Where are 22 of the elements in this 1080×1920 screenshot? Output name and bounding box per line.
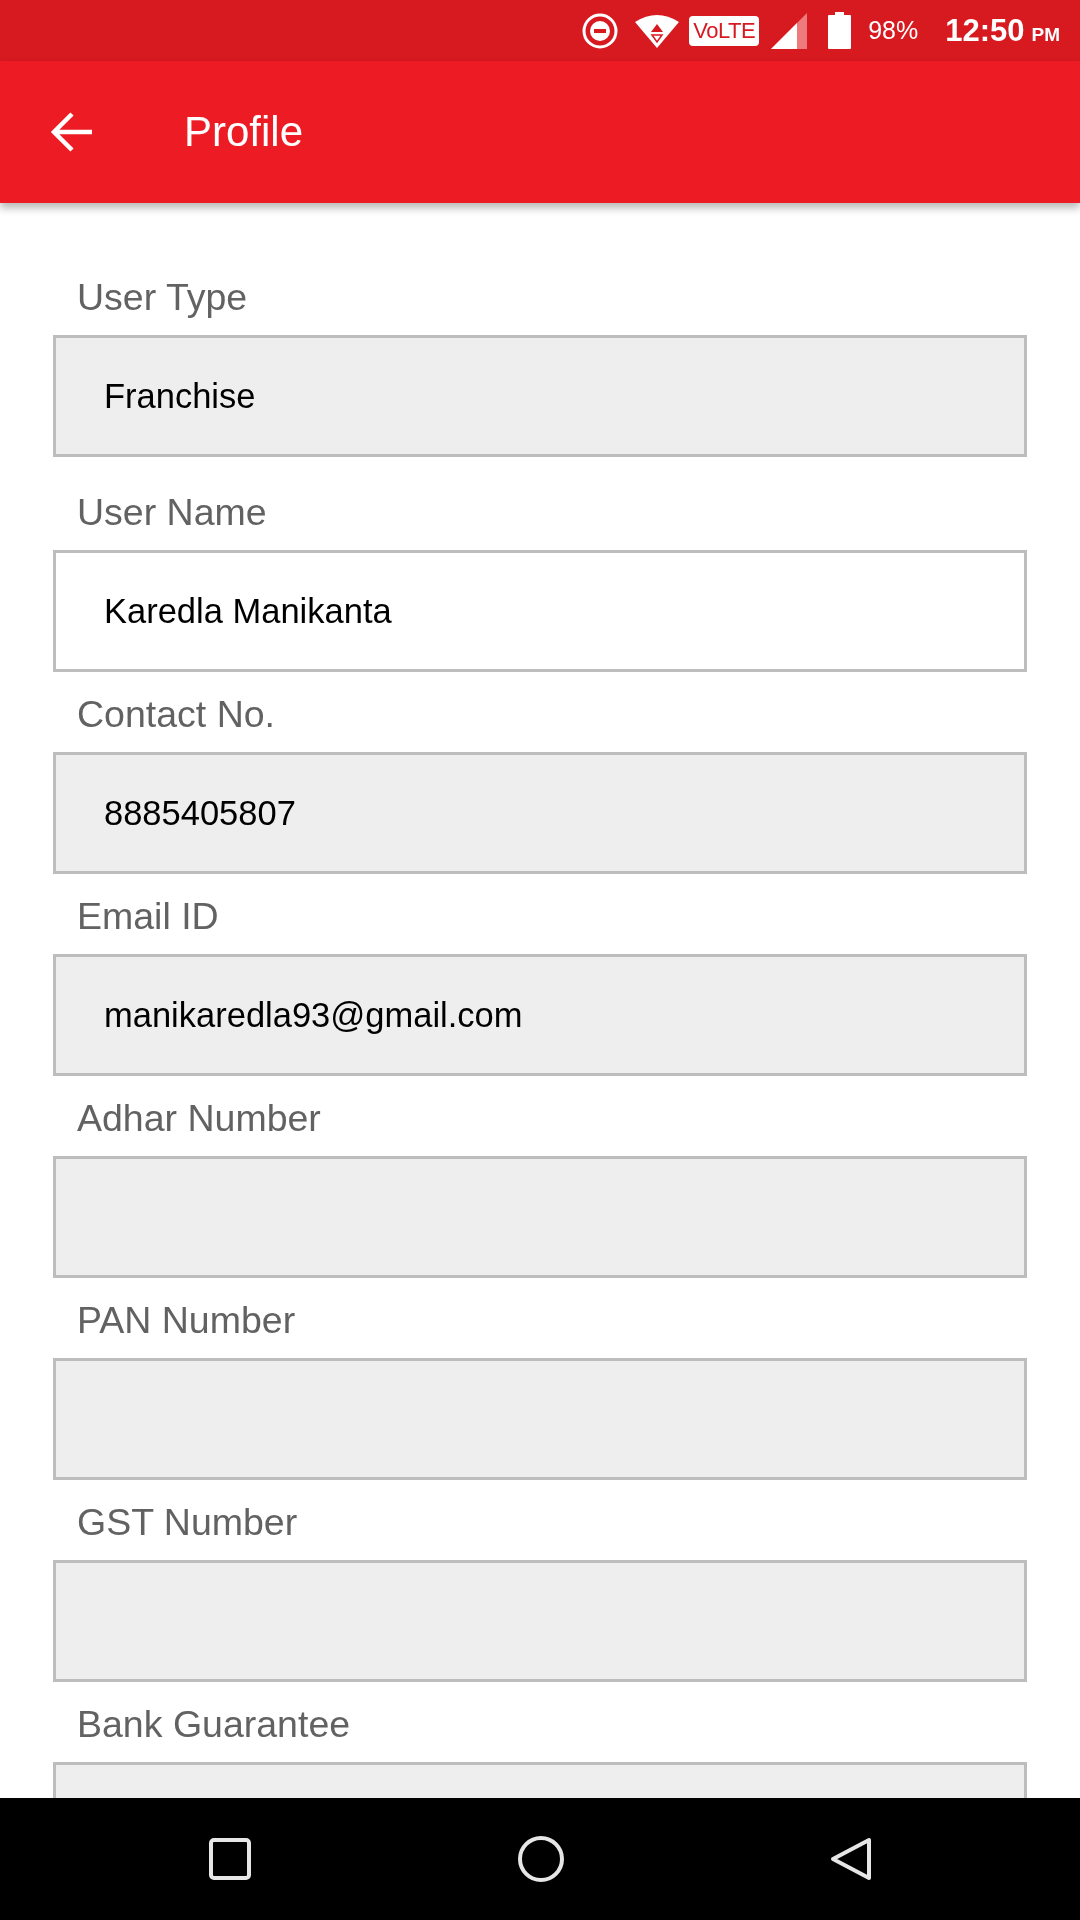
field-label: Contact No. [77,694,276,734]
input-field[interactable]: Karedla Manikanta [53,550,1027,672]
back-arrow-icon[interactable] [50,111,92,153]
screen-title: Profile [184,108,304,156]
battery-icon [828,12,852,49]
field-label: User Name [77,492,268,532]
field-label: PAN Number [77,1300,297,1340]
field-label: Email ID [77,896,220,936]
do-not-disturb-icon [582,12,619,49]
signal-icon [771,12,808,49]
volte-badge: VoLTE [689,15,760,46]
battery-percentage: 98% [868,16,919,45]
back-icon[interactable] [830,1837,872,1881]
field-label: Bank Guarantee [77,1704,352,1744]
field-label: GST Number [77,1502,299,1542]
clock-meridiem: PM [1031,23,1060,46]
wifi-icon [635,13,680,48]
home-icon[interactable] [518,1836,564,1882]
field-label: Adhar Number [77,1098,322,1138]
field-label: User Type [77,277,249,317]
recent-apps-icon[interactable] [209,1838,251,1880]
clock-time: 12:50 [945,12,1025,49]
